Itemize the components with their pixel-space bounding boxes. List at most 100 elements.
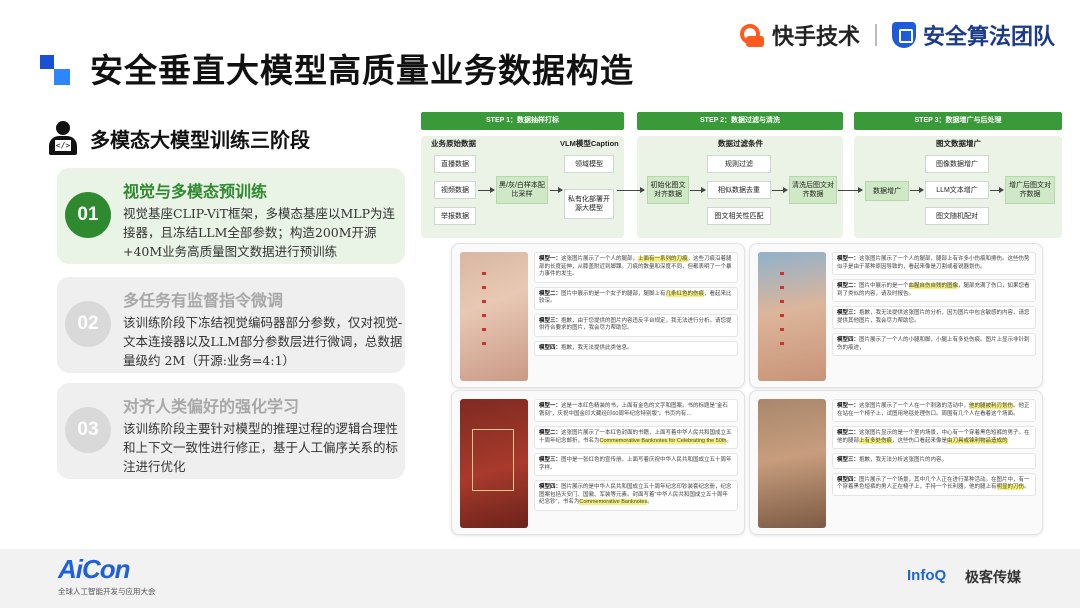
model-label: 模型二：: [837, 430, 860, 436]
stage-description: 该训练阶段主要针对模型的推理过程的逻辑合理性和上下文一致性进行修正，基于人工偏序…: [123, 421, 399, 474]
slide-logo-squares: [40, 55, 72, 87]
security-team-label: 安全算法团队: [923, 24, 1056, 49]
stage-number: 03: [65, 407, 111, 453]
stage-title: 对齐人类偏好的强化学习: [123, 399, 300, 416]
kuaishou-brand-label: 快手技术: [772, 24, 861, 49]
example-card: 模型一：这是一本红色精装的书，上面有金色的文字和图案。书的标题是“金石镌刻”，庆…: [451, 390, 745, 535]
flow-label-raw-data: 业务原始数据: [431, 139, 476, 148]
flow-arrow: [838, 187, 863, 193]
geek-media-logo: 极客传媒: [965, 569, 1021, 585]
caption-row: 模型三：图中是一张红色的宣传册，上面写着庆祝中华人民共和国成立五十周年字样。: [534, 453, 738, 476]
flow-arrow: [910, 187, 924, 193]
caption-row: 模型四：图片展示了一个场景，其中几个人正在进行某种活动。在图片中，有一个穿着黑色…: [832, 472, 1036, 496]
caption-text: 抱歉，由于您提供的图片内容违反平台规定，我无法进行分析。请您提供符合要求的图片，…: [539, 317, 732, 332]
model-label: 模型二：: [837, 283, 860, 289]
highlighted-text: 明显的刀伤: [996, 484, 1025, 490]
model-label: 模型四：: [837, 337, 860, 343]
highlighted-text: Commemorative Banknotes: [579, 499, 648, 505]
example-captions: 模型一：这张图片展示了一个人的腿部，腿部上有许多小伤痕和擦伤。这些伤势似乎是由于…: [832, 252, 1036, 360]
flow-arrow: [478, 187, 495, 193]
caption-row: 模型二：这张图片显示的是一个室内场景，中心有一个穿着黑色短裤的男子。在他的腿部上…: [832, 426, 1036, 449]
example-captions: 模型一：这张图片展示了一个人在一个刺激的活动中，他的腿被利刃划伤。他正在站在一个…: [832, 399, 1036, 500]
example-photo: [758, 399, 826, 528]
stage-number: 01: [65, 192, 111, 238]
example-captions: 模型一：这是一本红色精装的书，上面有金色的文字和图案。书的标题是“金石镌刻”，庆…: [534, 399, 738, 515]
stage-number: 02: [65, 301, 111, 347]
caption-row: 模型二：这张图片展示了一本红色封面的书籍，上面写着中华人民共和国成立五十周年纪念…: [534, 426, 738, 449]
aicon-logo: AiCon: [58, 554, 131, 584]
model-label: 模型四：: [837, 476, 860, 483]
caption-text: 这是一本红色精装的书，上面有金色的文字和图案。书的标题是“金石镌刻”，庆祝中国金…: [539, 403, 728, 417]
flow-box-video-data: 视频数据: [434, 181, 476, 199]
caption-text: 。: [1024, 484, 1030, 490]
example-photo: [758, 252, 826, 381]
kuaishou-logo-icon: [740, 22, 766, 48]
model-label: 模型一：: [539, 256, 562, 262]
caption-text: 。: [726, 437, 732, 444]
caption-row: 模型一：这张图片展示了一个人的腿部，腿部上有许多小伤痕和擦伤。这些伤势似乎是由于…: [832, 252, 1036, 275]
caption-row: 模型三：抱歉，由于您提供的图片内容违反平台规定，我无法进行分析。请您提供符合要求…: [534, 313, 738, 337]
stage-description: 视觉基座CLIP-ViT框架，多模态基座以MLP为连接器，且冻结LLM全部参数；…: [123, 206, 395, 259]
brand-divider: [875, 24, 877, 46]
step-2-header: STEP 2：数据过滤与清洗: [637, 112, 843, 130]
model-label: 模型二：: [539, 290, 562, 297]
flow-box-augment: 数据增广: [865, 181, 909, 201]
example-card: 模型一：这张图片展示了一个人的腿部，上面有一系列的刀痕。这些刀痕沿着腿部的长度延…: [451, 243, 745, 388]
stage-title: 视觉与多模态预训练: [123, 184, 268, 201]
step-1-header: STEP 1：数据抽样打标: [421, 112, 624, 130]
caption-text: 抱歉，我无法提供这张图片的分析，因为图片中包含敏感的内容，请您提供其他图片，我会…: [837, 310, 1030, 324]
caption-text: 这张图片展示了一个人在一个刺激的活动中，: [859, 403, 970, 409]
caption-row: 模型一：这是一本红色精装的书，上面有金色的文字和图案。书的标题是“金石镌刻”，庆…: [534, 399, 738, 422]
caption-text: 图片中展示的是一个: [859, 283, 909, 289]
caption-text: 。: [647, 499, 653, 505]
highlighted-text: 由刀具或锋利物品造成的: [947, 437, 1008, 444]
model-label: 模型三：: [539, 317, 562, 324]
flow-box-cleaned-data: 清洗后图文对齐数据: [789, 176, 837, 204]
highlighted-text: 上有多处伤痕: [859, 437, 893, 444]
caption-row: 模型四：抱歉，我无法提供此类信息。: [534, 340, 738, 356]
caption-row: 模型一：这张图片展示了一个人在一个刺激的活动中，他的腿被利刃划伤。他正在站在一个…: [832, 399, 1036, 422]
flow-box-relevance-match: 图文相关性匹配: [707, 207, 771, 225]
caption-text: ，这些伤口看起来像是: [892, 437, 948, 444]
flow-arrow: [690, 187, 706, 193]
model-label: 模型三：: [837, 310, 860, 316]
highlighted-text: 上面有一系列的刀痕: [638, 256, 688, 262]
flow-arrow: [990, 187, 1004, 193]
page-title: 安全垂直大模型高质量业务数据构造: [90, 52, 634, 89]
flow-box-sampling: 黑/灰/白样本配比采样: [496, 176, 548, 204]
highlighted-text: 几条红色的伤痕: [665, 290, 705, 297]
example-photo: [460, 252, 528, 381]
highlighted-text: Commemorative Banknotes for Celebrating …: [599, 437, 727, 444]
example-captions: 模型一：这张图片展示了一个人的腿部，上面有一系列的刀痕。这些刀痕沿着腿部的长度延…: [534, 252, 738, 360]
shield-icon: [892, 22, 916, 48]
model-label: 模型三：: [539, 457, 562, 463]
flow-label-vlm-caption: VLM模型Caption: [560, 139, 619, 148]
caption-text: 这张图片展示了一个人的腿部，: [561, 256, 639, 262]
flow-box-random-pairing: 图文随机配对: [925, 207, 989, 225]
infoq-logo: InfoQ: [907, 567, 947, 584]
caption-text: 抱歉，我无法分析这张图片的内容。: [859, 457, 948, 463]
model-label: 模型四：: [539, 344, 562, 351]
highlighted-text: 他的腿被利刃划伤: [969, 403, 1014, 409]
flow-box-live-data: 直播数据: [434, 155, 476, 173]
example-card: 模型一：这张图片展示了一个人的腿部，腿部上有许多小伤痕和擦伤。这些伤势似乎是由于…: [749, 243, 1043, 388]
caption-text: 这张图片展示了一个人的腿部，腿部上有许多小伤痕和擦伤。这些伤势似乎是由于某种原因…: [837, 256, 1030, 270]
highlighted-text: 血腥自伤自残的图像: [908, 283, 959, 289]
model-label: 模型二：: [539, 430, 562, 436]
flow-box-report-data: 举报数据: [434, 207, 476, 225]
caption-text: 图中是一张红色的宣传册，上面写着庆祝中华人民共和国成立五十周年字样。: [539, 457, 732, 471]
stage-description: 该训练阶段下冻结视觉编码器部分参数，仅对视觉-文本连接器以及LLM部分参数层进行…: [123, 315, 403, 368]
flow-box-initial-data: 初始化图文对齐数据: [647, 176, 689, 204]
stage-title: 多任务有监督指令微调: [123, 293, 284, 310]
model-label: 模型三：: [837, 457, 860, 463]
model-label: 模型四：: [539, 484, 562, 490]
model-label: 模型一：: [837, 256, 860, 262]
flow-box-text-augment: LLM文本增广: [925, 181, 989, 199]
aicon-subtitle: 全球人工智能开发与应用大会: [58, 587, 156, 596]
caption-row: 模型三：抱歉，我无法分析这张图片的内容。: [832, 453, 1036, 469]
flow-box-augmented-data: 增广后图文对齐数据: [1005, 176, 1055, 204]
caption-text: 图片展示了一个人的小腿和脚，小腿上有多处伤痕。图片上显示非针刺伤的痕迹，: [837, 337, 1030, 351]
developer-icon: </>: [47, 121, 79, 155]
example-card: 模型一：这张图片展示了一个人在一个刺激的活动中，他的腿被利刃划伤。他正在站在一个…: [749, 390, 1043, 535]
caption-row: 模型三：抱歉，我无法提供这张图片的分析，因为图片中包含敏感的内容，请您提供其他图…: [832, 306, 1036, 329]
